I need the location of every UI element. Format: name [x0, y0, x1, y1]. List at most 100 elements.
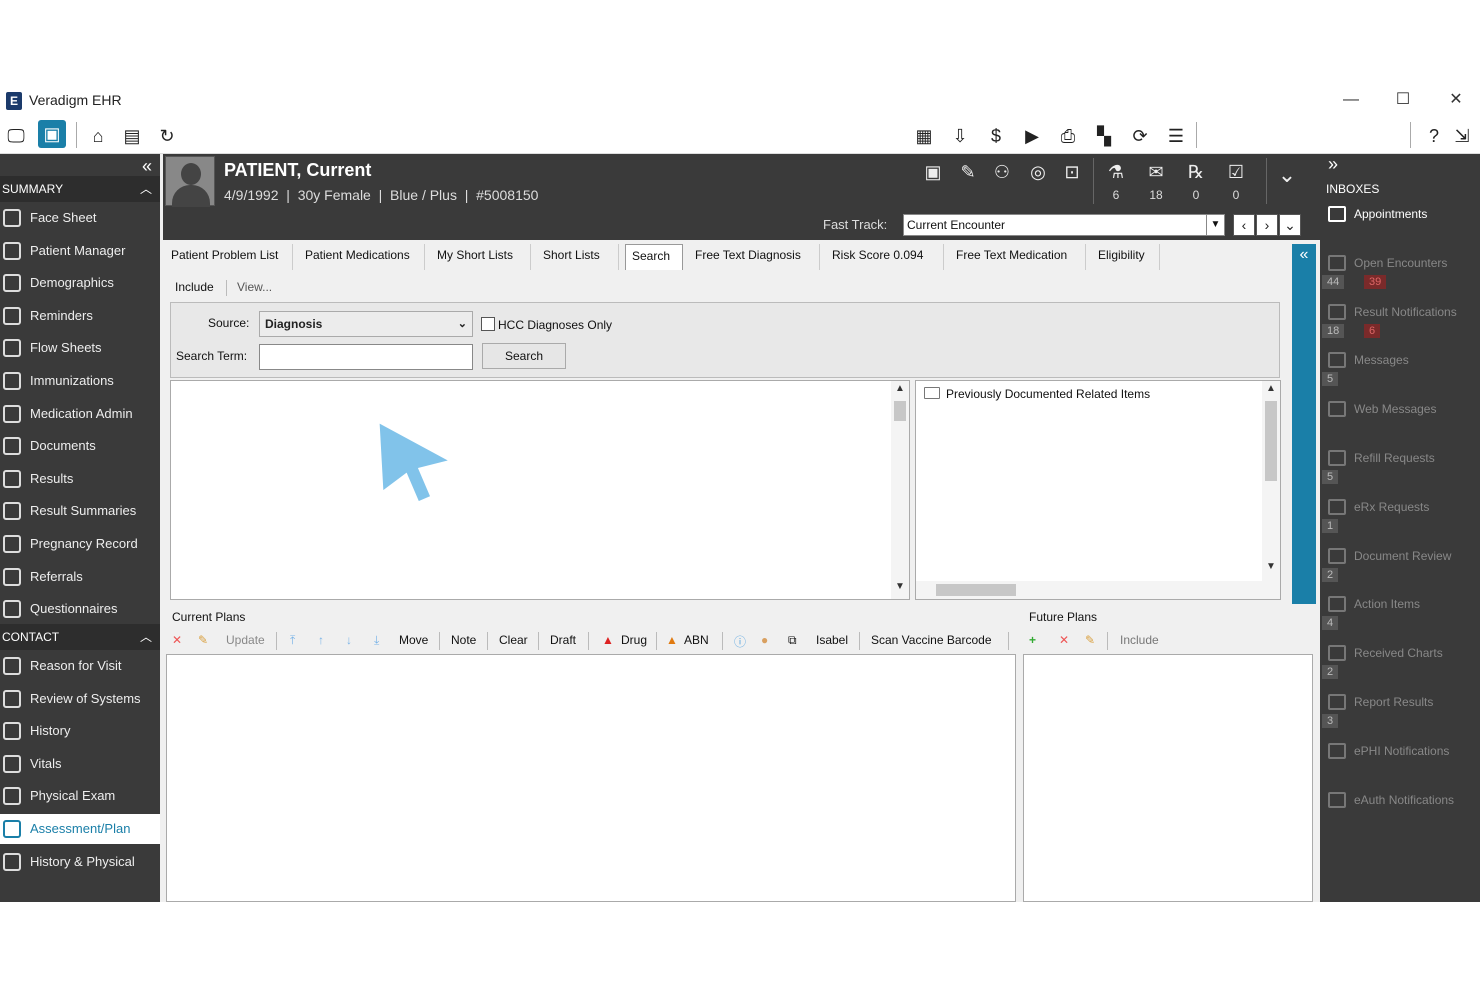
scan-vaccine-button[interactable]: Scan Vaccine Barcode — [871, 633, 992, 647]
flask-icon[interactable]: ⚗ — [1103, 162, 1129, 186]
inbox-report-results[interactable]: Report Results — [1328, 692, 1433, 712]
chevron-up-icon[interactable]: ︿ — [140, 176, 152, 202]
nav-item-medication-admin[interactable]: Medication Admin — [0, 399, 160, 429]
target-check-icon[interactable]: ◎ — [1025, 162, 1051, 186]
tab-risk-score-0-094[interactable]: Risk Score 0.094 — [826, 244, 944, 270]
tab-patient-medications[interactable]: Patient Medications — [299, 244, 425, 270]
nav-item-immunizations[interactable]: Immunizations — [0, 366, 160, 396]
menu-icon[interactable]: ☰ — [1164, 124, 1188, 148]
scroll-thumb[interactable] — [1265, 401, 1277, 481]
tab-free-text-diagnosis[interactable]: Free Text Diagnosis — [689, 244, 820, 270]
inbox-icon[interactable]: ⇩ — [948, 124, 972, 148]
help-icon[interactable]: ? — [1422, 124, 1446, 148]
add-icon[interactable]: + — [1029, 633, 1036, 647]
include-button[interactable]: Include — [1120, 633, 1159, 647]
inbox-appointments[interactable]: Appointments — [1328, 204, 1427, 224]
patient-name[interactable]: PATIENT, Current — [224, 160, 371, 181]
nav-item-pregnancy-record[interactable]: Pregnancy Record — [0, 529, 160, 559]
dropdown-box-icon[interactable]: ⊡ — [1059, 162, 1085, 186]
next-encounter-button[interactable]: › — [1256, 214, 1278, 236]
search-term-input[interactable] — [259, 344, 473, 370]
globe-icon[interactable]: ● — [761, 633, 768, 647]
nav-item-history-physical[interactable]: History & Physical — [0, 847, 160, 877]
patient-badge-icon[interactable]: ▣ — [38, 120, 66, 148]
edit-pencil-icon[interactable]: ✎ — [198, 633, 208, 647]
move-up-icon[interactable]: ↑ — [318, 633, 324, 647]
drug-button[interactable]: Drug — [621, 633, 647, 647]
clear-button[interactable]: Clear — [499, 633, 528, 647]
inbox-web-messages[interactable]: Web Messages — [1328, 399, 1436, 419]
nav-item-results[interactable]: Results — [0, 464, 160, 494]
printer-icon[interactable]: ⎙ — [1056, 124, 1080, 148]
home-icon[interactable]: ⌂ — [86, 124, 110, 148]
results-scrollbar[interactable]: ▲ ▼ — [891, 381, 909, 599]
chart-clipboard-icon[interactable]: ▣ — [920, 162, 946, 186]
chevron-down-icon[interactable]: ⌄ — [458, 312, 467, 336]
collapse-side-strip[interactable]: « — [1292, 244, 1316, 604]
tab-search[interactable]: Search — [625, 244, 683, 270]
mail-icon[interactable]: ✉ — [1143, 162, 1169, 186]
tab-free-text-medication[interactable]: Free Text Medication — [950, 244, 1086, 270]
close-button[interactable]: ✕ — [1441, 88, 1471, 112]
maximize-button[interactable]: ☐ — [1388, 88, 1418, 112]
current-plans-list[interactable] — [166, 654, 1016, 902]
inbox-messages[interactable]: Messages — [1328, 350, 1409, 370]
scroll-up-icon[interactable]: ▲ — [891, 383, 909, 399]
hscroll-thumb[interactable] — [936, 584, 1016, 596]
nav-item-referrals[interactable]: Referrals — [0, 562, 160, 592]
play-icon[interactable]: ▶ — [1020, 124, 1044, 148]
encounter-menu-button[interactable]: ⌄ — [1279, 214, 1301, 236]
related-hscrollbar[interactable] — [916, 581, 1264, 599]
subtab-include[interactable]: Include — [175, 280, 214, 294]
edit-pencil-icon[interactable]: ✎ — [1085, 633, 1095, 647]
move-down-icon[interactable]: ↓ — [346, 633, 352, 647]
nav-item-history[interactable]: History — [0, 716, 160, 746]
export-icon[interactable]: ⇲ — [1450, 124, 1474, 148]
prev-encounter-button[interactable]: ‹ — [1233, 214, 1255, 236]
future-plans-list[interactable] — [1023, 654, 1313, 902]
inbox-action-items[interactable]: Action Items — [1328, 594, 1420, 614]
subtab-view[interactable]: View... — [237, 280, 272, 294]
nav-item-flow-sheets[interactable]: Flow Sheets — [0, 333, 160, 363]
abn-button[interactable]: ABN — [684, 633, 709, 647]
clipboard-icon[interactable]: ▤ — [120, 124, 144, 148]
inbox-ephi-notifications[interactable]: ePHI Notifications — [1328, 741, 1449, 761]
nav-item-reminders[interactable]: Reminders — [0, 301, 160, 331]
chevron-up-icon[interactable]: ︿ — [140, 624, 152, 650]
collapse-nav-icon[interactable]: « — [142, 156, 152, 177]
isabel-icon[interactable]: ⧉ — [788, 633, 797, 648]
nav-item-patient-manager[interactable]: Patient Manager — [0, 236, 160, 266]
chevron-down-icon[interactable]: ▼ — [1206, 215, 1224, 235]
calendar-icon[interactable]: ▦ — [912, 124, 936, 148]
collapse-inbox-icon[interactable]: » — [1328, 154, 1338, 175]
fast-track-select[interactable]: Current Encounter ▼ — [903, 214, 1225, 236]
collapse-left-icon[interactable]: « — [1292, 246, 1316, 264]
inbox-erx-requests[interactable]: eRx Requests — [1328, 497, 1429, 517]
related-scrollbar[interactable]: ▲ ▼ — [1262, 381, 1280, 599]
scroll-thumb[interactable] — [894, 401, 906, 421]
source-select[interactable]: Diagnosis ⌄ — [259, 311, 473, 337]
scroll-up-icon[interactable]: ▲ — [1262, 383, 1280, 399]
isabel-button[interactable]: Isabel — [816, 633, 848, 647]
task-check-icon[interactable]: ☑ — [1223, 162, 1249, 186]
sync-icon[interactable]: ⟳ — [1128, 124, 1152, 148]
nav-item-assessment-plan[interactable]: Assessment/Plan — [0, 814, 160, 844]
expand-header-icon[interactable]: ⌄ — [1274, 162, 1300, 187]
inbox-document-review[interactable]: Document Review — [1328, 546, 1451, 566]
dollar-icon[interactable]: $ — [984, 124, 1008, 148]
inbox-result-notifications[interactable]: Result Notifications — [1328, 302, 1457, 322]
move-top-icon[interactable]: ⤒ — [290, 633, 295, 648]
monitor-icon[interactable]: 🖵 — [4, 124, 28, 148]
nav-item-demographics[interactable]: Demographics — [0, 268, 160, 298]
draft-button[interactable]: Draft — [550, 633, 576, 647]
tab-eligibility[interactable]: Eligibility — [1092, 244, 1160, 270]
inbox-eauth-notifications[interactable]: eAuth Notifications — [1328, 790, 1454, 810]
note-button[interactable]: Note — [451, 633, 476, 647]
inbox-received-charts[interactable]: Received Charts — [1328, 643, 1443, 663]
related-items-panel[interactable]: Previously Documented Related Items ▲ ▼ — [915, 380, 1281, 600]
summary-section-header[interactable]: SUMMARY ︿ — [0, 176, 160, 202]
tab-my-short-lists[interactable]: My Short Lists — [431, 244, 531, 270]
minimize-button[interactable]: — — [1336, 88, 1366, 112]
inbox-open-encounters[interactable]: Open Encounters — [1328, 253, 1447, 273]
refresh-icon[interactable]: ↻ — [155, 124, 179, 148]
